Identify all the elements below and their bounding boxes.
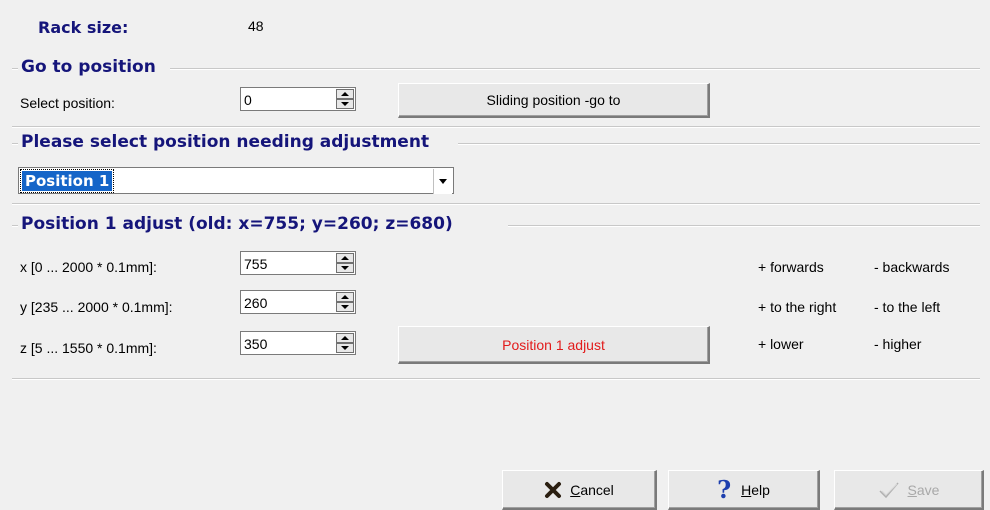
cancel-mnemonic: C — [570, 481, 581, 498]
rack-size-label: Rack size: — [38, 18, 129, 37]
z-plus-hint: + lower — [758, 336, 804, 352]
spin-buttons — [336, 253, 354, 273]
position-adjust-button[interactable]: Position 1 adjust — [398, 326, 710, 364]
arrow-up-icon — [341, 256, 349, 260]
spin-down-button[interactable] — [336, 343, 354, 353]
arrow-down-icon — [341, 305, 349, 309]
arrow-up-icon — [341, 336, 349, 340]
arrow-up-icon — [341, 92, 349, 96]
position-dropdown[interactable]: Position 1 — [18, 167, 454, 194]
cancel-label-rest: ancel — [580, 481, 614, 498]
y-range-label: y [235 ... 2000 * 0.1mm]: — [20, 299, 173, 315]
help-label-rest: elp — [751, 481, 770, 498]
group-line — [458, 143, 980, 145]
arrow-down-icon — [341, 266, 349, 270]
checkmark-icon — [879, 482, 899, 498]
group-separator — [12, 378, 980, 380]
select-adjustment-title: Please select position needing adjustmen… — [18, 132, 433, 152]
x-range-label: x [0 ... 2000 * 0.1mm]: — [20, 259, 157, 275]
select-position-spin[interactable] — [240, 87, 356, 112]
group-line — [508, 225, 980, 227]
question-icon: ? — [717, 475, 732, 504]
x-minus-hint: - backwards — [874, 259, 950, 275]
y-input[interactable] — [241, 291, 327, 315]
position-adjust-title: Position 1 adjust (old: x=755; y=260; z=… — [18, 214, 456, 234]
help-button[interactable]: ? Help — [668, 470, 820, 510]
y-minus-hint: - to the left — [874, 299, 941, 315]
x-spin[interactable] — [240, 251, 356, 276]
z-minus-hint: - higher — [874, 336, 922, 352]
spin-up-button[interactable] — [336, 292, 354, 302]
cancel-button[interactable]: Cancel — [502, 470, 657, 510]
spin-down-button[interactable] — [336, 302, 354, 312]
z-input[interactable] — [241, 332, 327, 356]
save-mnemonic: S — [907, 481, 917, 498]
x-input[interactable] — [241, 252, 327, 276]
group-separator — [12, 126, 980, 128]
save-label-rest: ave — [916, 481, 940, 498]
rack-size-value: 48 — [248, 18, 264, 34]
x-icon — [545, 481, 562, 498]
spin-buttons — [336, 292, 354, 312]
y-plus-hint: + to the right — [758, 299, 837, 315]
save-button[interactable]: Save — [834, 470, 984, 510]
x-plus-hint: + forwards — [758, 259, 824, 275]
group-line — [170, 68, 980, 70]
arrow-down-icon — [341, 346, 349, 350]
spin-buttons — [336, 89, 354, 109]
spin-up-button[interactable] — [336, 333, 354, 343]
group-separator — [12, 203, 980, 205]
help-mnemonic: H — [741, 481, 752, 498]
arrow-up-icon — [341, 295, 349, 299]
dropdown-button[interactable] — [433, 169, 452, 194]
spin-up-button[interactable] — [336, 253, 354, 263]
z-spin[interactable] — [240, 331, 356, 356]
spin-buttons — [336, 333, 354, 353]
select-position-label: Select position: — [20, 95, 115, 111]
z-range-label: z [5 ... 1550 * 0.1mm]: — [20, 340, 157, 356]
select-position-input[interactable] — [241, 88, 327, 112]
sliding-button-mnemonic: g — [589, 92, 598, 108]
spin-up-button[interactable] — [336, 89, 354, 99]
sliding-position-go-to-button[interactable]: Sliding position - go to — [398, 83, 710, 118]
spin-down-button[interactable] — [336, 263, 354, 273]
sliding-button-suffix: o to — [597, 92, 621, 108]
go-to-position-title: Go to position — [18, 57, 159, 77]
sliding-button-prefix: Sliding position - — [486, 92, 590, 108]
arrow-down-icon — [341, 102, 349, 106]
spin-down-button[interactable] — [336, 99, 354, 109]
y-spin[interactable] — [240, 290, 356, 315]
chevron-down-icon — [439, 179, 447, 184]
position-dropdown-value: Position 1 — [19, 169, 115, 193]
